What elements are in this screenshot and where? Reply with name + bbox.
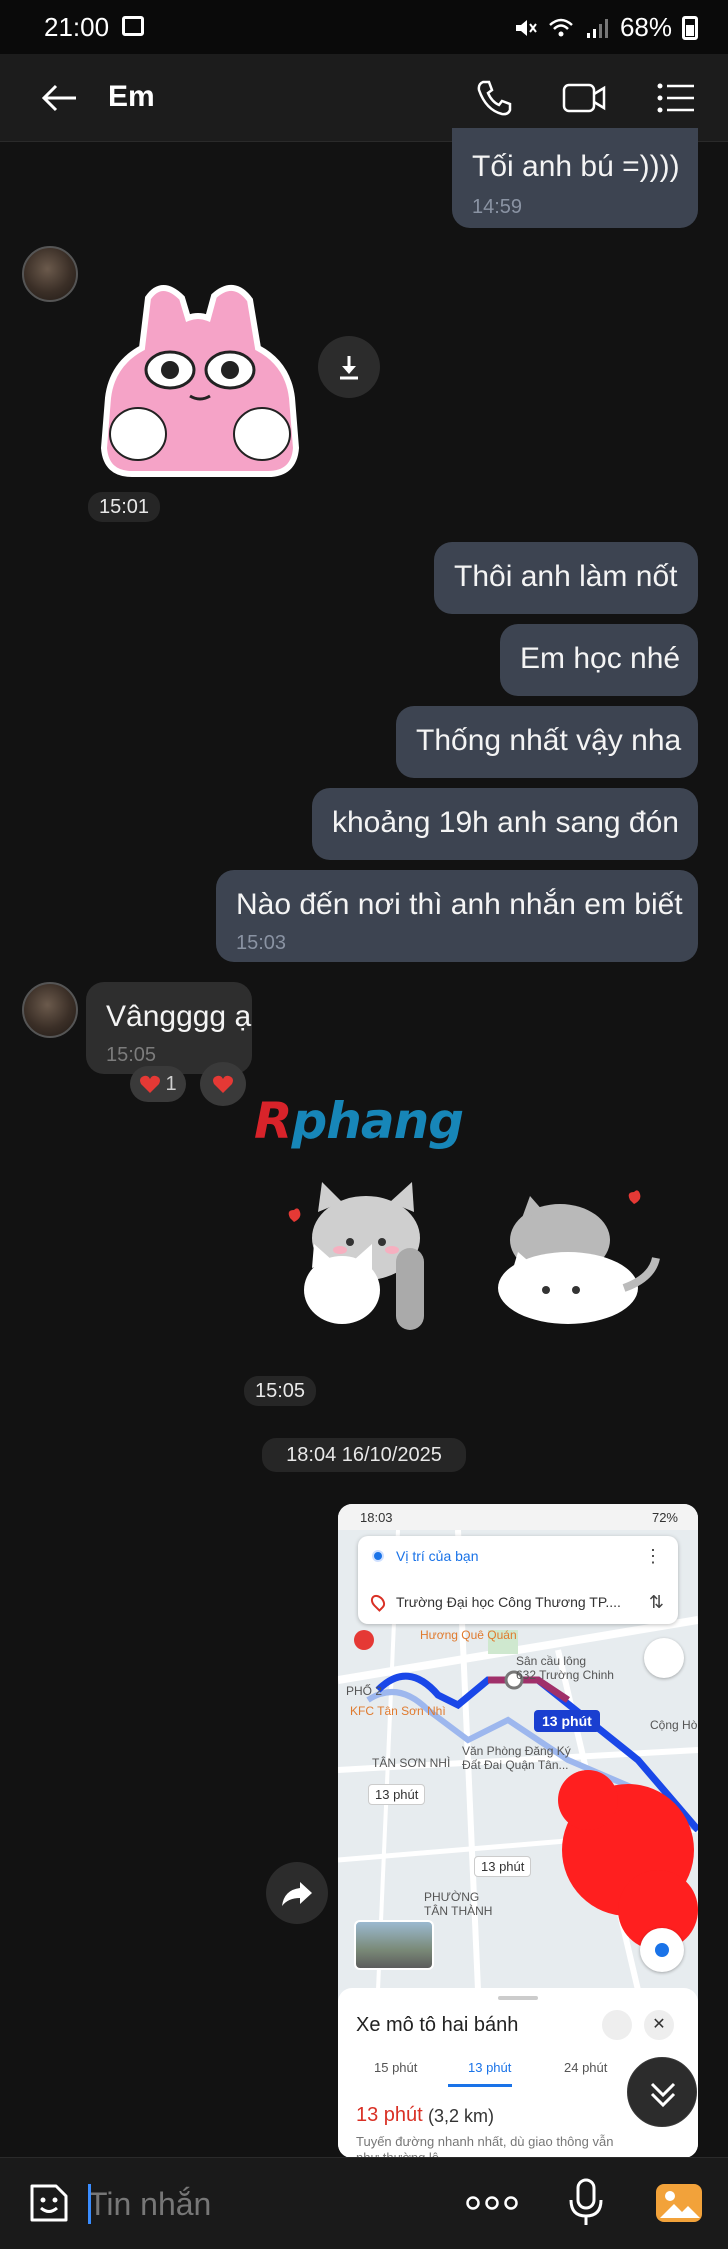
phone-call-icon[interactable] bbox=[474, 78, 514, 118]
reaction-summary[interactable]: 1 bbox=[130, 1066, 186, 1102]
map-label: TÂN SƠN NHÌ bbox=[372, 1756, 451, 1770]
swap-icon: ⇅ bbox=[648, 1592, 664, 1612]
gallery-icon[interactable] bbox=[654, 2180, 704, 2226]
battery-percent: 68% bbox=[619, 12, 672, 42]
map-label: Sân cầu lông 632 Trường Chinh bbox=[516, 1654, 614, 1682]
contact-avatar[interactable] bbox=[22, 982, 78, 1038]
more-vert-icon: ⋮ bbox=[644, 1546, 662, 1566]
close-icon: ✕ bbox=[644, 2010, 674, 2040]
mute-icon bbox=[515, 19, 537, 36]
destination-pin-icon bbox=[368, 1592, 388, 1612]
message-bubble-sent[interactable]: Tối anh bú =)))) 14:59 bbox=[452, 128, 698, 228]
travel-mode-title: Xe mô tô hai bánh bbox=[356, 2014, 519, 2036]
scroll-to-bottom-button[interactable] bbox=[627, 2057, 697, 2127]
message-text: Nào đến nơi thì anh nhắn em biết bbox=[236, 888, 683, 921]
map-route-duration-alt: 13 phút bbox=[368, 1784, 426, 1805]
map-label: PHƯỜNG TÂN THÀNH bbox=[424, 1890, 493, 1918]
status-time: 21:00 bbox=[44, 12, 110, 42]
watermark-r: R bbox=[254, 1092, 293, 1150]
message-text: Thống nhất vậy nha bbox=[416, 724, 682, 757]
route-time: 13 phút bbox=[356, 2104, 423, 2126]
signal-icon bbox=[586, 18, 608, 38]
message-input[interactable] bbox=[88, 2180, 448, 2228]
map-origin: Vị trí của bạn bbox=[396, 1548, 479, 1564]
message-time: 15:05 bbox=[106, 1044, 157, 1066]
status-bar: 21:00 68% bbox=[0, 0, 728, 54]
map-status-battery: 72% bbox=[651, 1510, 678, 1525]
sticker-icon[interactable] bbox=[26, 2180, 72, 2226]
message-bubble-sent[interactable]: Em học nhé bbox=[500, 624, 698, 696]
my-location-button bbox=[640, 1928, 684, 1972]
double-chevron-down-icon bbox=[650, 2082, 676, 2108]
back-arrow-icon[interactable] bbox=[40, 80, 80, 116]
map-status-time: 18:03 bbox=[360, 1510, 393, 1525]
map-route-duration-alt: 13 phút bbox=[474, 1856, 532, 1877]
message-time: 14:59 bbox=[472, 196, 523, 218]
message-text: Thôi anh làm nốt bbox=[454, 560, 678, 593]
map-label: PHỐ 2 bbox=[346, 1684, 383, 1698]
battery-icon bbox=[682, 15, 698, 40]
contact-avatar[interactable] bbox=[22, 246, 78, 302]
heart-icon bbox=[213, 1075, 233, 1093]
cat-couple-sticker[interactable] bbox=[276, 1178, 666, 1338]
status-right: 68% bbox=[512, 12, 698, 43]
map-label: KFC Tân Sơn Nhì bbox=[350, 1704, 446, 1718]
tab-car: 15 phút bbox=[374, 2060, 418, 2075]
menu-list-icon[interactable] bbox=[656, 82, 696, 114]
reaction-count: 1 bbox=[165, 1072, 177, 1095]
message-bubble-sent[interactable]: Nào đến nơi thì anh nhắn em biết 15:03 bbox=[216, 870, 698, 962]
your-location-icon bbox=[372, 1550, 384, 1562]
message-text: Em học nhé bbox=[520, 642, 681, 675]
share-forward-icon bbox=[282, 1882, 312, 1906]
download-button[interactable] bbox=[318, 336, 380, 398]
message-bubble-sent[interactable]: Thôi anh làm nốt bbox=[434, 542, 698, 614]
map-label: Văn Phòng Đăng Ký Đất Đai Quận Tân... bbox=[462, 1744, 571, 1772]
message-text: Vângggg ạ bbox=[106, 1000, 252, 1033]
street-view-thumbnail bbox=[354, 1920, 434, 1970]
heart-icon bbox=[140, 1075, 161, 1093]
message-time: 15:03 bbox=[236, 932, 287, 954]
watermark-logo: Rphang bbox=[254, 1092, 465, 1150]
date-separator: 18:04 16/10/2025 bbox=[262, 1438, 466, 1472]
wifi-icon bbox=[549, 18, 573, 36]
message-bubble-sent[interactable]: Thống nhất vậy nha bbox=[396, 706, 698, 778]
map-status-bar: 18:03 72% bbox=[338, 1504, 698, 1530]
watermark-phang: phang bbox=[291, 1092, 465, 1150]
map-destination: Trường Đại học Công Thương TP.... bbox=[396, 1594, 621, 1610]
map-layers-button bbox=[644, 1638, 684, 1678]
photo-notification-icon bbox=[122, 16, 144, 36]
map-route-box: Vị trí của bạn ⋮ Trường Đại học Công Thư… bbox=[358, 1536, 678, 1624]
message-timestamp: 15:01 bbox=[88, 492, 160, 522]
message-bubble-received[interactable]: Vângggg ạ 15:05 bbox=[86, 982, 252, 1074]
message-input-bar bbox=[0, 2157, 728, 2249]
map-label: Hương Quê Quán bbox=[420, 1628, 517, 1642]
tab-transit: 24 phút bbox=[564, 2060, 608, 2075]
map-label: Cộng Hò bbox=[650, 1718, 698, 1732]
route-distance: (3,2 km) bbox=[428, 2106, 495, 2126]
add-reaction-button[interactable] bbox=[200, 1062, 246, 1106]
contact-name[interactable]: Em bbox=[108, 80, 155, 114]
download-icon bbox=[340, 356, 358, 380]
tab-motorbike: 13 phút bbox=[468, 2060, 512, 2075]
microphone-icon[interactable] bbox=[566, 2178, 606, 2228]
more-options-icon[interactable] bbox=[466, 2194, 518, 2212]
forward-button[interactable] bbox=[266, 1862, 328, 1924]
message-bubble-sent[interactable]: khoảng 19h anh sang đón bbox=[312, 788, 698, 860]
pink-bunny-sticker[interactable] bbox=[98, 278, 302, 478]
active-tab-indicator bbox=[448, 2084, 512, 2087]
video-call-icon[interactable] bbox=[562, 80, 606, 116]
text-cursor bbox=[88, 2184, 91, 2224]
options-icon bbox=[602, 2010, 632, 2040]
sheet-handle bbox=[498, 1996, 538, 2000]
message-text: khoảng 19h anh sang đón bbox=[332, 806, 679, 839]
message-timestamp: 15:05 bbox=[244, 1376, 316, 1406]
route-description: Tuyến đường nhanh nhất, dù giao thông vẫ… bbox=[356, 2134, 614, 2158]
message-text: Tối anh bú =)))) bbox=[472, 150, 680, 183]
map-route-duration-active: 13 phút bbox=[534, 1710, 600, 1732]
